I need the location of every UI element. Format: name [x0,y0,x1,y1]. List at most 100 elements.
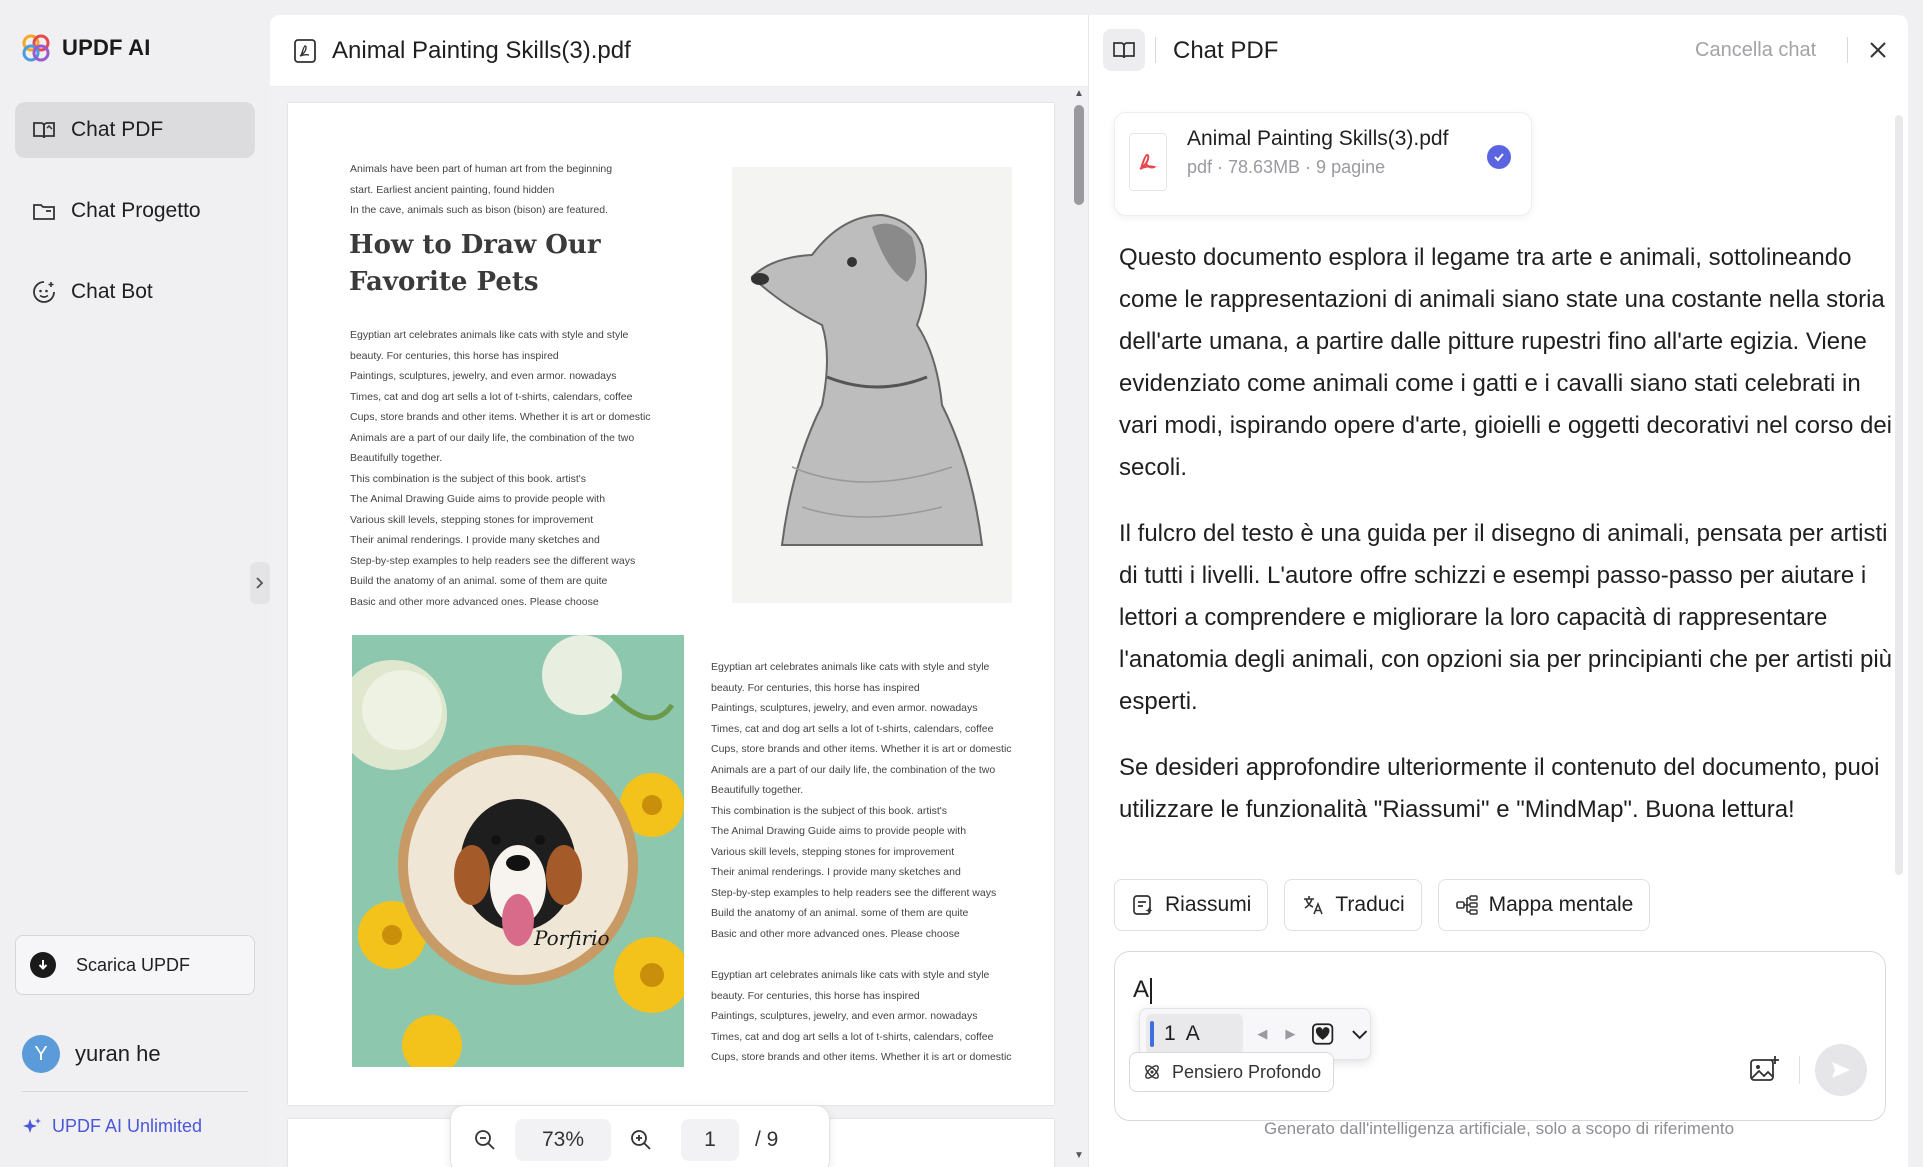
clear-chat-button[interactable]: Cancella chat [1695,39,1816,62]
page-intro-text: Animals have been part of human art from… [350,163,613,216]
viewer-scrollbar[interactable] [1074,105,1084,205]
page-total: / 9 [755,1128,779,1151]
heart-icon[interactable] [1311,1021,1336,1047]
ime-paging: ◀ ▶ [1257,1026,1295,1042]
chat-composer: A 1 A ◀ ▶ Pensiero Profondo [1114,951,1886,1121]
pdf-thumbnail [1129,133,1167,191]
sidebar-item-label: Chat Progetto [71,199,201,222]
user-name: yuran he [75,1041,161,1066]
avatar: Y [22,1035,60,1073]
sidebar-item-chat-progetto[interactable]: Chat Progetto [15,183,255,239]
summarize-icon [1133,895,1153,915]
chat-input[interactable]: A [1133,976,1153,1004]
send-button[interactable] [1815,1044,1867,1096]
header-divider [1847,37,1848,63]
book-icon [1113,42,1135,59]
user-profile[interactable]: Y yuran he [22,1035,161,1073]
document-canvas[interactable]: Animals have been part of human art from… [270,87,1088,1167]
image-add-icon [1750,1056,1779,1081]
close-icon [1870,42,1886,58]
sidebar-collapse-toggle[interactable] [250,562,270,604]
ime-candidate-index: 1 [1164,1022,1176,1045]
pdf-file-icon [294,38,316,63]
plan-link[interactable]: UPDF AI Unlimited [22,1116,202,1137]
ime-next-icon[interactable]: ▶ [1285,1026,1295,1042]
image-upload-button[interactable] [1743,1048,1785,1090]
ime-selection-marker [1150,1021,1154,1047]
sparkle-icon [23,1117,41,1133]
dog-sketch-image [732,167,1012,603]
page-body-text-3: Egyptian art celebrates animals like cat… [711,969,1012,1063]
viewer-header: Animal Painting Skills(3).pdf [270,15,1088,87]
summarize-label: Riassumi [1165,893,1252,916]
sidebar-item-chat-pdf[interactable]: Chat PDF [15,102,255,158]
answer-paragraph: Questo documento esplora il legame tra a… [1119,244,1893,481]
chat-title: Chat PDF [1173,37,1279,64]
plan-label: UPDF AI Unlimited [52,1116,203,1136]
attached-file-card[interactable]: Animal Painting Skills(3).pdf pdf · 78.6… [1114,112,1532,216]
translate-label: Traduci [1335,893,1405,916]
summarize-button[interactable]: Riassumi [1114,879,1269,931]
sidebar-divider [22,1091,248,1092]
acrobat-icon [1139,153,1157,170]
quick-actions: Riassumi Traduci Mappa mentale [1114,879,1651,931]
dog-embroidery-image: Porfirio [352,635,684,1067]
scroll-up-arrow[interactable]: ▲ [1074,89,1084,99]
embroidery-caption: Porfirio [533,926,610,950]
document-title: Animal Painting Skills(3).pdf [332,36,631,64]
answer-paragraph: Il fulcro del testo è una guida per il d… [1119,520,1892,715]
folder-icon [33,204,55,220]
answer-paragraph: Se desideri approfondire ulteriormente i… [1119,754,1880,823]
close-button[interactable] [1863,35,1893,65]
deep-think-toggle[interactable]: Pensiero Profondo [1129,1052,1335,1092]
file-meta: pdf · 78.63MB · 9 pagine [1187,157,1386,177]
ime-prev-icon[interactable]: ◀ [1257,1026,1267,1042]
file-name: Animal Painting Skills(3).pdf [1187,127,1449,150]
ime-candidate-text: A [1185,1022,1200,1045]
zoom-in-button[interactable] [621,1120,661,1160]
bot-face-icon [33,281,55,303]
chat-panel: Chat PDF Cancella chat Animal Painting S… [1088,15,1908,1167]
pdf-page: Animals have been part of human art from… [288,103,1054,1105]
zoom-out-button[interactable] [465,1120,505,1160]
mindmap-icon [1455,895,1478,915]
page-body-text-2: Egyptian art celebrates animals like cat… [711,661,1012,940]
zoom-in-icon [631,1130,651,1150]
zoom-level[interactable]: 73% [515,1119,611,1161]
zoom-out-icon [475,1130,495,1150]
page-heading: How to Draw Our Favorite Pets [349,230,601,297]
chevron-right-icon [256,577,264,589]
chat-scrollbar[interactable] [1895,115,1903,875]
scroll-down-arrow[interactable]: ▼ [1074,1151,1084,1161]
page-body-text: Egyptian art celebrates animals like cat… [350,329,651,608]
sidebar-item-chat-bot[interactable]: Chat Bot [15,264,255,320]
deep-think-label: Pensiero Profondo [1172,1061,1322,1082]
sidebar: UPDF AI Chat PDF Chat Progetto Chat Bot [0,0,270,1167]
ai-answer: Questo documento esplora il legame tra a… [1119,237,1899,855]
app-logo: UPDF AI [22,34,151,62]
atom-icon [1145,1065,1159,1079]
chat-header: Chat PDF Cancella chat [1089,15,1909,87]
app-name: UPDF AI [62,35,151,60]
chevron-down-icon[interactable] [1349,1023,1370,1045]
sidebar-item-label: Chat PDF [71,118,164,141]
mindmap-button[interactable]: Mappa mentale [1437,879,1651,931]
text-caret [1150,977,1153,1004]
updf-logo-icon [22,34,50,62]
download-updf-button[interactable]: Scarica UPDF [15,935,255,995]
ai-disclaimer: Generato dall'intelligenza artificiale, … [1263,1119,1735,1138]
translate-icon [1304,896,1324,915]
pdf-viewer: Animal Painting Skills(3).pdf Animals ha… [270,15,1088,1167]
header-divider [1155,37,1156,63]
zoom-toolbar: 73% 1 / 9 [450,1105,830,1167]
ime-candidate[interactable]: 1 A [1146,1014,1244,1054]
send-icon [1832,1062,1850,1078]
translate-button[interactable]: Traduci [1284,879,1422,931]
book-open-icon [33,122,55,139]
check-icon [1487,145,1511,169]
chat-input-value: A [1133,976,1150,1003]
mindmap-label: Mappa mentale [1488,893,1634,916]
reader-toggle-button[interactable] [1103,29,1145,71]
page-number-input[interactable]: 1 [681,1119,739,1161]
download-label: Scarica UPDF [76,954,191,975]
